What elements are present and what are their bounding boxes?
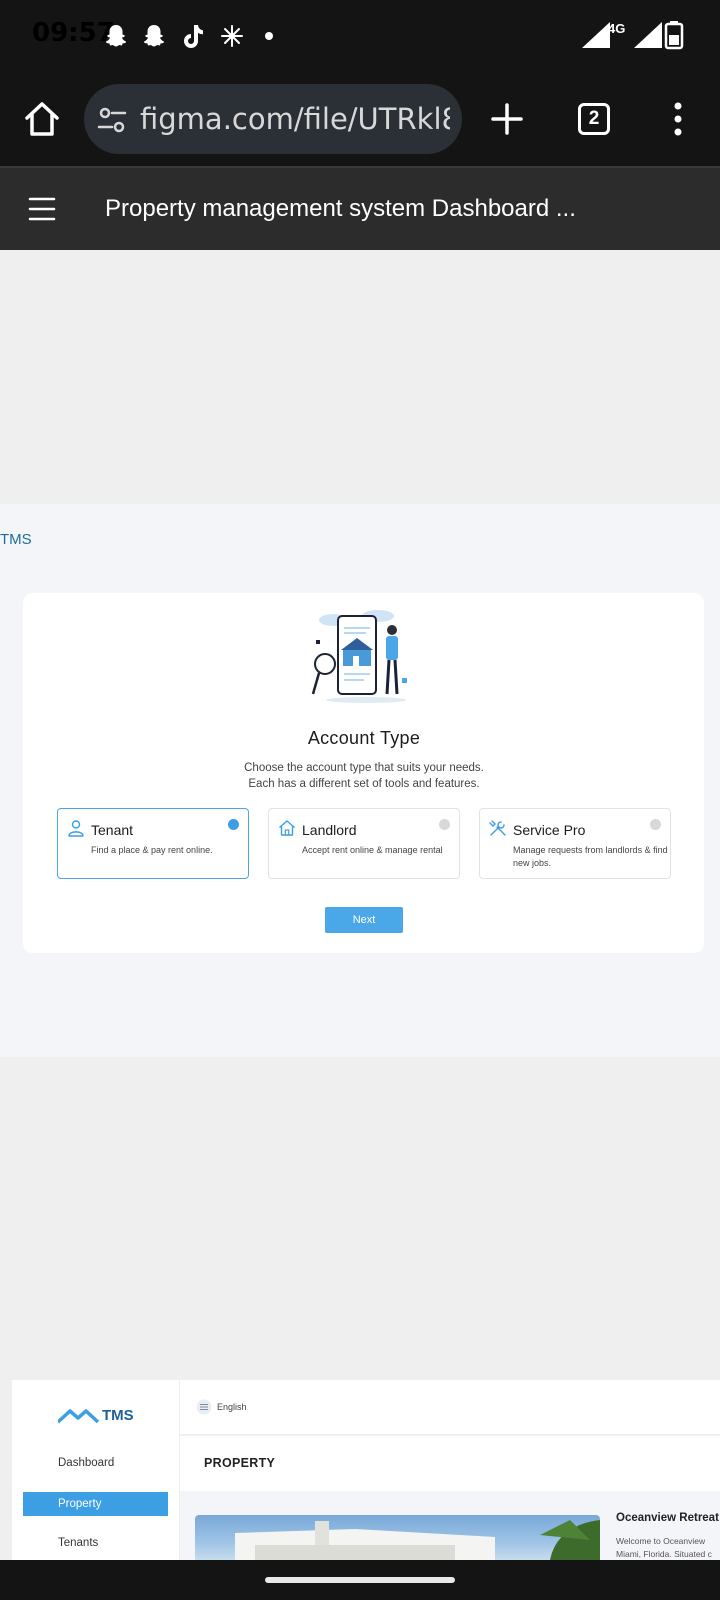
dashboard-sidebar (12, 1380, 180, 1560)
option-description: Manage requests from landlords & find ne… (513, 845, 668, 868)
new-tab-icon[interactable] (488, 100, 526, 138)
house-icon (279, 820, 295, 836)
snapchat-icon (106, 25, 126, 47)
account-type-subtitle: Choose the account type that suits your … (0, 760, 720, 792)
tools-icon (489, 820, 506, 836)
description-line: Welcome to Oceanview (616, 1536, 706, 1546)
sparkle-icon (221, 25, 243, 47)
radio-unselected[interactable] (650, 819, 661, 830)
more-options-icon[interactable] (664, 100, 692, 138)
option-tenant[interactable]: Tenant Find a place & pay rent online. (57, 808, 249, 879)
snapchat-icon (144, 25, 164, 47)
battery-icon (664, 21, 684, 50)
property-image[interactable] (195, 1515, 600, 1560)
url-text[interactable]: figma.com/file/UTRkl8M (140, 102, 450, 136)
language-selector[interactable]: English (217, 1402, 247, 1412)
option-title: Landlord (302, 822, 357, 838)
property-name: Oceanview Retreat (616, 1512, 719, 1524)
radio-unselected[interactable] (439, 819, 450, 830)
tiktok-icon (184, 25, 203, 48)
account-type-title: Account Type (307, 728, 421, 748)
dot-icon (265, 32, 273, 40)
dashboard-logo-text: TMS (102, 1407, 134, 1424)
network-type: 4G (608, 21, 626, 36)
property-photo-icon (235, 1520, 600, 1560)
radio-selected[interactable] (228, 819, 239, 830)
option-title: Service Pro (513, 822, 586, 838)
file-title: Property management system Dashboard ... (105, 195, 576, 222)
dashboard-topbar (180, 1380, 720, 1436)
menu-icon[interactable] (28, 196, 56, 222)
home-icon[interactable] (22, 99, 62, 139)
tab-switcher-button[interactable]: 2 (578, 103, 610, 135)
option-title: Tenant (91, 822, 134, 838)
sidebar-item-label: Property (58, 1498, 102, 1510)
signal-icon (634, 22, 662, 48)
sidebar-item-tenants[interactable]: Tenants (58, 1537, 98, 1549)
tms-logo-icon (58, 1409, 100, 1424)
language-icon[interactable] (196, 1399, 212, 1415)
subtitle-line: Choose the account type that suits your … (244, 762, 484, 774)
option-landlord[interactable]: Landlord Accept rent online & manage ren… (268, 808, 460, 879)
property-description: Welcome to Oceanview Miami, Florida. Sit… (616, 1535, 712, 1561)
option-service-pro[interactable]: Service Pro Manage requests from landlor… (479, 808, 671, 879)
section-title: PROPERTY (204, 1456, 276, 1470)
phone-illustration-icon (311, 610, 407, 703)
gesture-handle[interactable] (265, 1577, 455, 1583)
option-description: Accept rent online & manage rental (302, 845, 443, 855)
next-button[interactable]: Next (325, 907, 403, 933)
subtitle-line: Each has a different set of tools and fe… (248, 778, 480, 790)
site-settings-icon[interactable] (96, 104, 128, 136)
sidebar-item-dashboard[interactable]: Dashboard (58, 1457, 114, 1469)
option-description: Find a place & pay rent online. (91, 845, 213, 855)
frame-brand-label: TMS (0, 531, 32, 548)
user-icon (68, 820, 84, 837)
